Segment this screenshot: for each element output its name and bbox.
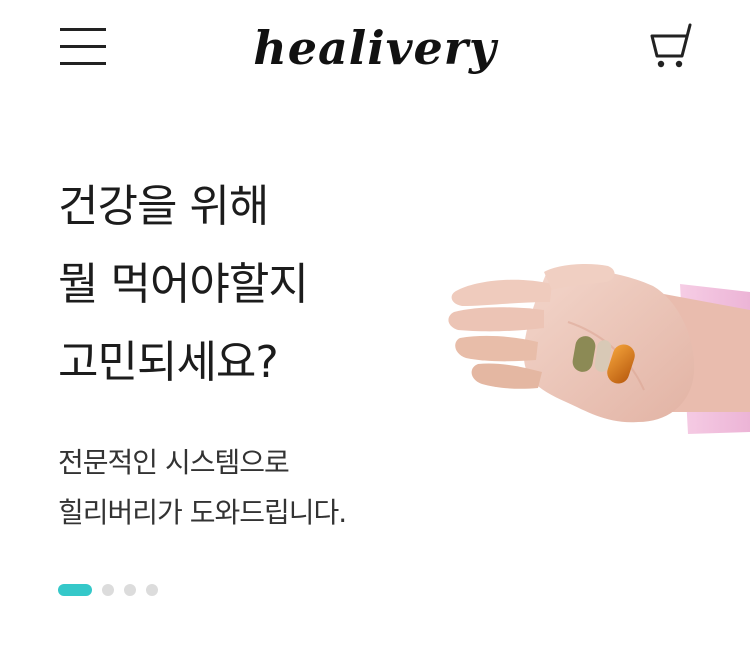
carousel-dot[interactable]	[124, 584, 136, 596]
carousel-dot-active[interactable]	[58, 584, 92, 596]
shopping-cart-icon[interactable]	[646, 22, 698, 72]
hero-subtitle-line: 전문적인 시스템으로	[58, 446, 290, 479]
hero-subtitle: 전문적인 시스템으로 힐리버리가 도와드립니다.	[58, 438, 347, 538]
carousel-dot[interactable]	[146, 584, 158, 596]
brand-logo[interactable]: healivery	[0, 16, 750, 80]
hero-hand-image	[448, 264, 750, 434]
carousel-dot[interactable]	[102, 584, 114, 596]
hero-title: 건강을 위해 뭘 먹어야할지 고민되세요?	[58, 168, 309, 402]
carousel-indicator	[58, 583, 168, 597]
hero-title-line: 고민되세요?	[58, 337, 279, 388]
hero-title-line: 뭘 먹어야할지	[58, 259, 309, 310]
hero-title-line: 건강을 위해	[58, 181, 269, 232]
hero-subtitle-line: 힐리버리가 도와드립니다.	[58, 496, 347, 529]
app-header: healivery	[0, 0, 750, 100]
